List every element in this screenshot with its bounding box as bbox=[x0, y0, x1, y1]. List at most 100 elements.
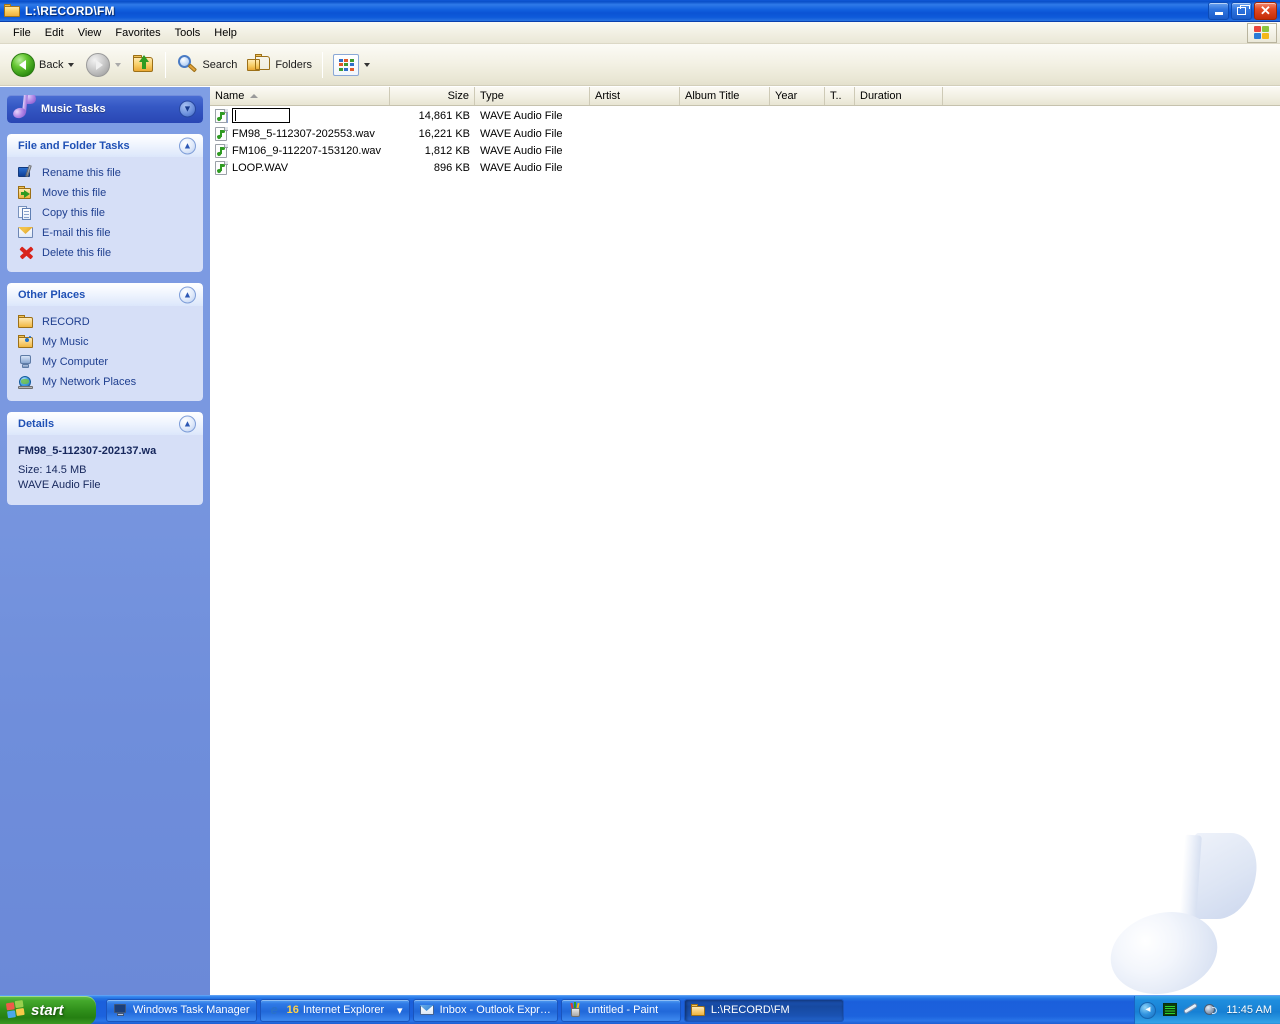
tablet-pen-icon[interactable] bbox=[1183, 1003, 1198, 1017]
back-button[interactable]: Back bbox=[6, 49, 81, 81]
menu-file[interactable]: File bbox=[6, 24, 38, 42]
task-label: Copy this file bbox=[42, 207, 105, 219]
rename-input[interactable] bbox=[236, 110, 286, 122]
chevron-down-icon[interactable]: ▾ bbox=[391, 1004, 403, 1017]
place-record[interactable]: RECORD bbox=[18, 312, 194, 332]
explorer-folder-icon bbox=[691, 1003, 706, 1017]
task-email-this-file[interactable]: E-mail this file bbox=[18, 223, 194, 243]
sort-ascending-icon bbox=[250, 94, 258, 98]
magnifier-icon bbox=[176, 55, 198, 75]
place-my-music[interactable]: My Music bbox=[18, 332, 194, 352]
close-icon: ✕ bbox=[1260, 4, 1271, 17]
taskbar-button-paint[interactable]: untitled - Paint bbox=[561, 999, 681, 1022]
task-rename-this-file[interactable]: Rename this file bbox=[18, 163, 194, 183]
column-header-duration[interactable]: Duration bbox=[855, 87, 943, 105]
menu-view[interactable]: View bbox=[71, 24, 109, 42]
title-bar: L:\RECORD\FM ✕ bbox=[0, 0, 1280, 22]
taskbar-group-count: 16 bbox=[287, 1004, 299, 1016]
task-move-this-file[interactable]: Move this file bbox=[18, 183, 194, 203]
network-monitor-icon[interactable] bbox=[1163, 1003, 1178, 1017]
other-places-header[interactable]: Other Places ▲ bbox=[7, 283, 203, 306]
views-button[interactable] bbox=[328, 49, 377, 81]
search-button[interactable]: Search bbox=[171, 49, 242, 81]
column-header-type[interactable]: Type bbox=[475, 87, 590, 105]
views-icon bbox=[333, 54, 359, 76]
views-chevron-icon[interactable] bbox=[364, 63, 370, 67]
menu-help[interactable]: Help bbox=[207, 24, 244, 42]
chevron-up-icon[interactable]: ▲ bbox=[179, 415, 196, 432]
forward-history-chevron-icon[interactable] bbox=[115, 63, 121, 67]
cell-name: FM106_9-112207-153120.wav bbox=[232, 145, 381, 157]
taskbar-button-label: Internet Explorer bbox=[303, 1004, 384, 1016]
table-row[interactable]: LOOP.WAV 896 KB WAVE Audio File bbox=[210, 159, 1280, 176]
other-places-body: RECORD My Music My Computer My Network P… bbox=[7, 306, 203, 401]
details-header[interactable]: Details ▲ bbox=[7, 412, 203, 435]
taskbar-button-outlook-express[interactable]: Inbox - Outlook Expr… bbox=[413, 999, 558, 1022]
cell-size: 16,221 KB bbox=[390, 128, 475, 140]
table-row[interactable]: 14,861 KB WAVE Audio File bbox=[210, 106, 1280, 125]
outlook-express-icon bbox=[420, 1003, 435, 1017]
rename-edit-box[interactable] bbox=[232, 108, 290, 123]
column-label: Artist bbox=[595, 87, 620, 105]
menu-edit[interactable]: Edit bbox=[38, 24, 71, 42]
start-button[interactable]: start bbox=[0, 996, 96, 1024]
delete-icon bbox=[18, 245, 35, 261]
cell-name: FM98_5-112307-202553.wav bbox=[232, 128, 375, 140]
column-header-artist[interactable]: Artist bbox=[590, 87, 680, 105]
cell-size: 1,812 KB bbox=[390, 145, 475, 157]
folders-button[interactable]: Folders bbox=[242, 49, 317, 81]
minimize-button[interactable] bbox=[1208, 2, 1229, 20]
column-header-track[interactable]: T.. bbox=[825, 87, 855, 105]
music-note-icon bbox=[13, 95, 39, 122]
close-button[interactable]: ✕ bbox=[1254, 2, 1277, 20]
taskbar-button-task-manager[interactable]: Windows Task Manager bbox=[106, 999, 257, 1022]
back-history-chevron-icon[interactable] bbox=[68, 63, 74, 67]
other-places-title: Other Places bbox=[18, 289, 85, 301]
wave-file-icon bbox=[215, 161, 228, 175]
restore-button[interactable] bbox=[1231, 2, 1252, 20]
task-delete-this-file[interactable]: Delete this file bbox=[18, 243, 194, 263]
taskbar-button-label: untitled - Paint bbox=[588, 1004, 658, 1016]
clock[interactable]: 11:45 AM bbox=[1226, 1004, 1272, 1016]
taskbar-button-internet-explorer[interactable]: e 16 Internet Explorer ▾ bbox=[260, 999, 410, 1022]
place-my-network-places[interactable]: My Network Places bbox=[18, 372, 194, 392]
window-title: L:\RECORD\FM bbox=[25, 4, 115, 18]
music-tasks-header[interactable]: Music Tasks ▼ bbox=[7, 95, 203, 123]
table-row[interactable]: FM98_5-112307-202553.wav 16,221 KB WAVE … bbox=[210, 125, 1280, 142]
place-label: My Music bbox=[42, 336, 88, 348]
column-header-album-title[interactable]: Album Title bbox=[680, 87, 770, 105]
volume-icon[interactable] bbox=[1203, 1003, 1218, 1017]
my-computer-icon bbox=[18, 354, 35, 370]
chevron-up-icon[interactable]: ▲ bbox=[179, 286, 196, 303]
task-copy-this-file[interactable]: Copy this file bbox=[18, 203, 194, 223]
cell-type: WAVE Audio File bbox=[475, 128, 590, 140]
toolbar-separator-1 bbox=[165, 52, 166, 78]
network-places-icon bbox=[18, 374, 35, 390]
column-label: Size bbox=[448, 87, 469, 105]
column-header-year[interactable]: Year bbox=[770, 87, 825, 105]
move-icon bbox=[18, 185, 35, 201]
menu-tools[interactable]: Tools bbox=[168, 24, 208, 42]
toolbar: Back Search Folders bbox=[0, 44, 1280, 86]
forward-button[interactable] bbox=[81, 49, 128, 81]
toolbar-separator-2 bbox=[322, 52, 323, 78]
show-hidden-icons-chevron-icon[interactable]: ◂ bbox=[1139, 1002, 1156, 1019]
paint-icon bbox=[568, 1003, 583, 1017]
email-icon bbox=[18, 225, 35, 241]
wave-file-icon bbox=[215, 127, 228, 141]
internet-explorer-icon: e bbox=[267, 1003, 282, 1017]
taskbar-button-label: L:\RECORD\FM bbox=[711, 1004, 790, 1016]
chevron-up-icon[interactable]: ▲ bbox=[179, 137, 196, 154]
file-folder-tasks-header[interactable]: File and Folder Tasks ▲ bbox=[7, 134, 203, 157]
chevron-down-icon[interactable]: ▼ bbox=[179, 101, 196, 118]
place-my-computer[interactable]: My Computer bbox=[18, 352, 194, 372]
table-row[interactable]: FM106_9-112207-153120.wav 1,812 KB WAVE … bbox=[210, 142, 1280, 159]
details-title: Details bbox=[18, 418, 54, 430]
column-header-name[interactable]: Name bbox=[210, 87, 390, 105]
column-header-size[interactable]: Size bbox=[390, 87, 475, 105]
file-folder-tasks-body: Rename this file Move this file Copy thi… bbox=[7, 157, 203, 272]
up-button[interactable] bbox=[128, 49, 160, 81]
taskbar-button-explorer[interactable]: L:\RECORD\FM bbox=[684, 999, 844, 1022]
task-label: Move this file bbox=[42, 187, 106, 199]
menu-favorites[interactable]: Favorites bbox=[108, 24, 167, 42]
